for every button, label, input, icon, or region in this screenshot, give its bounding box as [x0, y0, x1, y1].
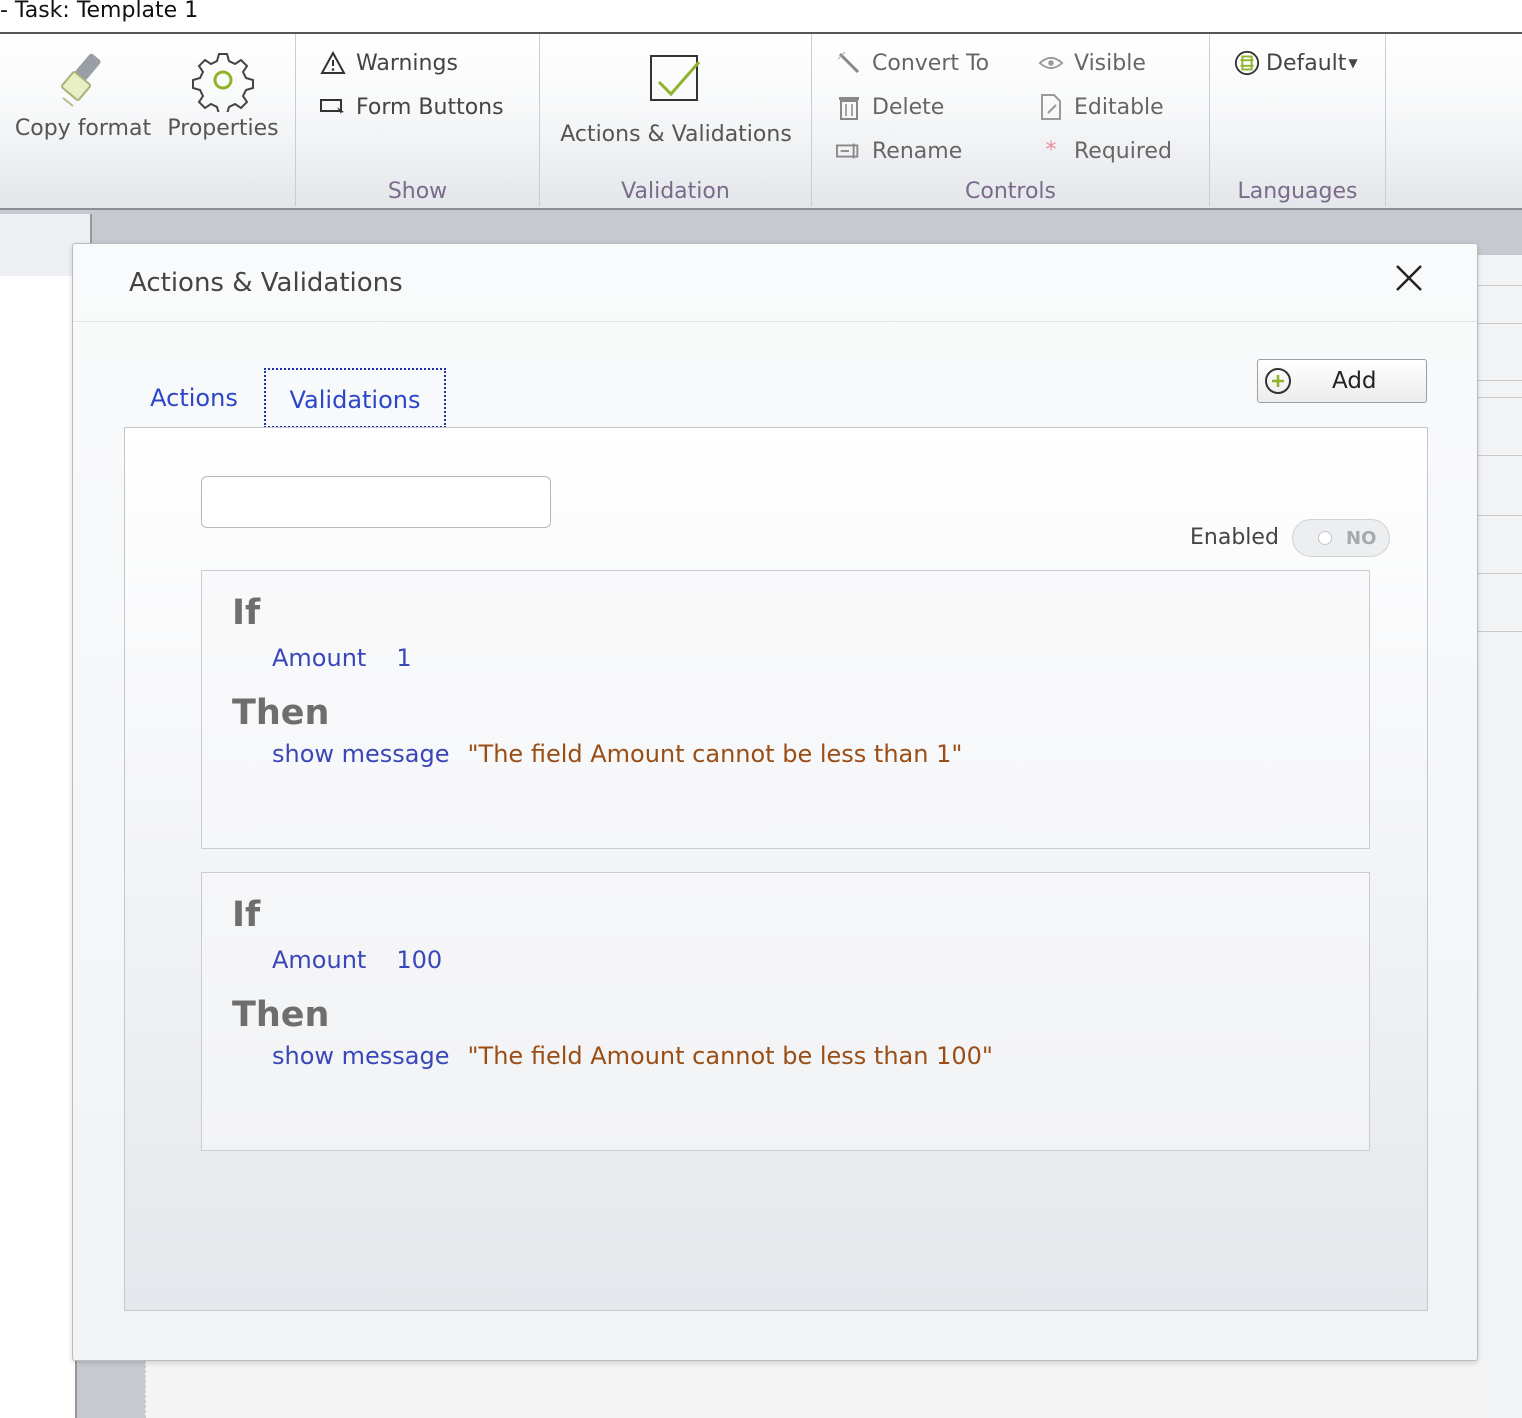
language-value: Default — [1266, 50, 1347, 76]
add-label: Add — [1332, 368, 1377, 394]
action-message: "The field Amount cannot be less than 10… — [467, 1042, 993, 1070]
ribbon-group-controls: Convert To Delete Rename Visible Editabl… — [812, 34, 1210, 206]
ribbon-group-languages: Default ▼ Languages — [1210, 34, 1386, 206]
paintbrush-icon — [60, 53, 101, 107]
background-canvas — [145, 1360, 1479, 1418]
eye-icon — [1038, 50, 1064, 76]
ribbon-group-show: Warnings Form Buttons Show — [296, 34, 540, 206]
if-keyword: If — [232, 895, 261, 935]
actions-validations-dialog: Actions & Validations Actions Validation… — [72, 243, 1478, 1361]
convert-to-button[interactable]: Convert To — [836, 50, 989, 76]
validations-panel: Enabled NO If Amount 1 Then show message "… — [124, 427, 1428, 1311]
globe-icon — [1234, 50, 1260, 76]
controls-group-label: Controls — [965, 179, 1056, 204]
dialog-title-divider — [73, 321, 1477, 322]
gear-icon — [192, 53, 254, 112]
edit-document-icon — [1038, 94, 1064, 120]
ribbon-group-format: Copy format Properties — [0, 34, 296, 206]
warning-triangle-icon — [320, 50, 346, 76]
ribbon-group-validation: Actions & Validations Validation — [540, 34, 812, 206]
warnings-button[interactable]: Warnings — [320, 50, 458, 76]
tab-validations[interactable]: Validations — [264, 368, 446, 428]
magic-wand-icon — [836, 50, 862, 76]
action-verb: show message — [272, 1042, 450, 1070]
form-buttons-button[interactable]: Form Buttons — [320, 94, 504, 120]
properties-label: Properties — [167, 116, 279, 141]
properties-button[interactable]: Properties — [162, 48, 284, 141]
background-panel — [75, 1360, 147, 1418]
form-buttons-label: Form Buttons — [356, 94, 504, 120]
asterisk-icon: * — [1045, 138, 1057, 163]
enabled-label: Enabled — [1190, 525, 1279, 550]
window-title: - Task: Template 1 — [0, 0, 199, 23]
warnings-label: Warnings — [356, 50, 458, 76]
form-button-icon — [320, 94, 346, 120]
validation-rule[interactable]: If Amount 100 Then show message "The field… — [201, 872, 1370, 1151]
show-group-label: Show — [387, 179, 448, 204]
delete-button[interactable]: Delete — [836, 94, 944, 120]
validation-rule[interactable]: If Amount 1 Then show message "The field A… — [201, 570, 1370, 849]
rename-button[interactable]: Rename — [836, 138, 962, 164]
rule-action: show message "The field Amount cannot be … — [272, 740, 962, 768]
then-keyword: Then — [232, 995, 330, 1035]
required-button[interactable]: * Required — [1038, 138, 1172, 164]
background-form-edge — [1478, 255, 1522, 1418]
required-label: Required — [1074, 138, 1172, 164]
visible-button[interactable]: Visible — [1038, 50, 1146, 76]
window-titlebar: - Task: Template 1 — [0, 0, 1522, 34]
then-keyword: Then — [232, 693, 330, 733]
editable-label: Editable — [1074, 94, 1164, 120]
visible-label: Visible — [1074, 50, 1146, 76]
close-icon[interactable] — [1391, 260, 1427, 296]
editable-button[interactable]: Editable — [1038, 94, 1164, 120]
toggle-state: NO — [1346, 527, 1377, 549]
copy-format-button[interactable]: Copy format — [8, 48, 158, 141]
validation-name-input[interactable] — [201, 476, 551, 528]
checkbox-check-icon — [650, 55, 701, 101]
toggle-knob — [1318, 531, 1332, 545]
rule-condition: Amount 100 — [272, 946, 442, 974]
rule-action: show message "The field Amount cannot be … — [272, 1042, 993, 1070]
tab-actions[interactable]: Actions — [139, 368, 249, 428]
condition-field: Amount — [272, 644, 367, 672]
rule-condition: Amount 1 — [272, 644, 412, 672]
action-message: "The field Amount cannot be less than 1" — [467, 740, 963, 768]
actions-validations-label: Actions & Validations — [560, 122, 792, 147]
validation-group-label: Validation — [621, 179, 730, 204]
ribbon: Copy format Properties Warnings Form But… — [0, 34, 1522, 210]
condition-value: 1 — [396, 644, 412, 672]
language-dropdown[interactable]: Default ▼ — [1234, 50, 1358, 76]
dialog-title: Actions & Validations — [129, 268, 403, 298]
trash-icon — [836, 94, 862, 120]
enabled-toggle[interactable]: NO — [1292, 519, 1390, 557]
plus-circle-icon — [1265, 368, 1291, 394]
condition-value: 100 — [396, 946, 443, 974]
if-keyword: If — [232, 593, 261, 633]
dropdown-arrow-icon: ▼ — [1348, 56, 1358, 70]
actions-validations-button[interactable]: Actions & Validations — [556, 52, 796, 147]
add-button[interactable]: Add — [1257, 359, 1427, 403]
languages-group-label: Languages — [1237, 179, 1358, 204]
rename-field-icon — [836, 138, 862, 164]
copy-format-label: Copy format — [14, 116, 152, 141]
delete-label: Delete — [872, 94, 945, 120]
action-verb: show message — [272, 740, 450, 768]
rename-label: Rename — [872, 138, 963, 164]
condition-field: Amount — [272, 946, 367, 974]
convert-to-label: Convert To — [872, 50, 990, 76]
